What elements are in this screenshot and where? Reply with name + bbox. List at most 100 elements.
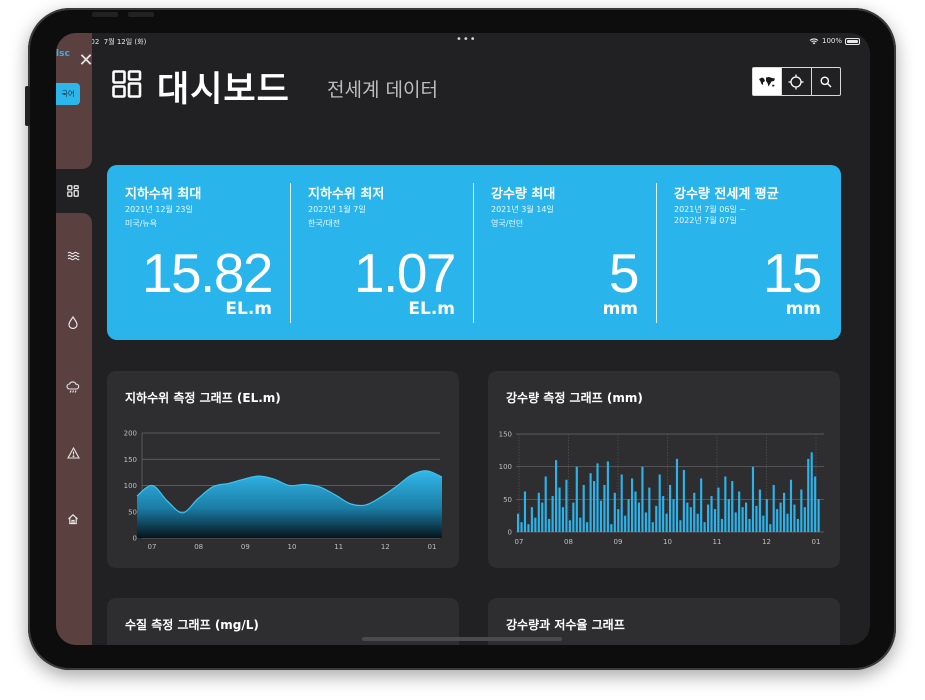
bar [579, 517, 582, 532]
nav-warning[interactable] [62, 442, 84, 464]
power-button [25, 86, 30, 126]
bar [741, 507, 744, 532]
nav-home[interactable] [62, 508, 84, 530]
bar [620, 474, 623, 532]
y-tick-label: 50 [128, 508, 137, 516]
bar [651, 522, 654, 532]
x-tick-label: 08 [194, 543, 203, 551]
bar [682, 469, 685, 532]
stat-date: 2021년 3월 14일 [491, 205, 554, 214]
bar [807, 458, 810, 532]
stat-title: 강수량 최대 [491, 187, 556, 202]
summary-stats-card: 지하수위 최대 2021년 12월 23일 미국/뉴욕 15.82 EL.m 지… [107, 165, 841, 340]
nav-dashboard[interactable] [62, 180, 84, 202]
rainfall-bar-chart[interactable]: 0 50 100 150 07 08 09 10 11 12 01 [488, 371, 840, 568]
multitask-dots[interactable]: ••• [456, 34, 477, 45]
bar [555, 460, 558, 532]
bar [541, 502, 544, 532]
bar [783, 492, 786, 532]
volume-button [128, 12, 154, 17]
app-screen: 오전 11:02 7월 12일 (화) ••• 100% lsc 국어 ✕ [56, 33, 870, 645]
bar [627, 499, 630, 532]
stat-groundwater-min[interactable]: 지하수위 최저 2022년 1월 7일 한국/대전 1.07 EL.m [290, 165, 473, 340]
x-tick-label: 11 [713, 538, 722, 546]
bar [613, 492, 616, 532]
y-tick-label: 100 [124, 482, 137, 490]
bar [796, 518, 799, 532]
bar [523, 491, 527, 532]
stat-date: 2021년 7월 06일 ~ 2022년 7월 07일 [674, 205, 747, 225]
groundwater-area-chart[interactable]: 0 50 100 150 200 07 08 09 10 11 12 01 [107, 371, 459, 568]
nav-groundwater[interactable] [62, 245, 84, 267]
locate-button[interactable] [782, 68, 812, 95]
bar [530, 507, 533, 532]
stat-unit: mm [602, 299, 638, 319]
bar [758, 489, 761, 532]
battery-icon [845, 37, 860, 45]
bar [772, 484, 775, 532]
bar [769, 524, 772, 532]
bar [707, 504, 710, 532]
bar [610, 524, 613, 532]
bar [561, 507, 565, 532]
bar [717, 487, 720, 532]
bar [810, 452, 813, 532]
stat-unit: EL.m [225, 299, 272, 319]
bar [551, 496, 554, 532]
bar [582, 484, 585, 532]
bar [803, 507, 806, 532]
close-icon[interactable]: ✕ [76, 51, 96, 71]
nav-rainfall[interactable] [62, 376, 84, 398]
sidebar-app-fragment: lsc [56, 49, 70, 59]
search-button[interactable] [812, 68, 840, 95]
dashboard-icon [112, 70, 142, 98]
bar [606, 461, 609, 532]
groundwater-chart-card: 지하수위 측정 그래프 (EL.m) 0 50 100 150 200 07 08 09 10 1… [107, 371, 459, 568]
stat-location: 한국/대전 [308, 219, 341, 228]
sidebar-nav [56, 213, 92, 645]
bar [793, 504, 796, 532]
language-button[interactable]: 국어 [56, 83, 80, 105]
x-tick-label: 09 [614, 538, 623, 546]
home-indicator[interactable] [362, 637, 562, 641]
x-tick-label: 01 [812, 538, 821, 546]
bar [675, 458, 679, 532]
home-icon [68, 513, 78, 525]
x-tick-label: 10 [288, 543, 297, 551]
x-tick-label: 12 [762, 538, 771, 546]
nav-water-quality[interactable] [62, 311, 84, 333]
status-bar: 오전 11:02 7월 12일 (화) ••• 100% [56, 33, 870, 51]
rainfall-chart-card: 강수량 측정 그래프 (mm) 0 50 100 150 07 08 09 10 11 12 01 [488, 371, 840, 568]
card-title: 강수량과 저수율 그래프 [506, 618, 625, 632]
stat-title: 지하수위 최저 [308, 187, 385, 202]
bar [617, 509, 620, 532]
bar [710, 496, 713, 532]
stat-rainfall-max[interactable]: 강수량 최대 2021년 3월 14일 영국/런던 5 mm [473, 165, 656, 340]
view-toolbar [752, 67, 841, 96]
bar [599, 500, 603, 532]
bar [593, 481, 596, 532]
location-icon [788, 74, 804, 89]
bar [537, 492, 540, 532]
stat-rainfall-average[interactable]: 강수량 전세계 평균 2021년 7월 06일 ~ 2022년 7월 07일 1… [656, 165, 839, 340]
status-indicators: 100% [809, 37, 860, 45]
bar [672, 499, 675, 532]
bar [738, 491, 741, 532]
map-view-button[interactable] [753, 68, 783, 95]
x-tick-label: 08 [564, 538, 573, 546]
y-tick-label: 100 [499, 463, 512, 471]
page-subtitle: 전세계 데이터 [327, 79, 438, 101]
stat-groundwater-max[interactable]: 지하수위 최대 2021년 12월 23일 미국/뉴욕 15.82 EL.m [107, 165, 290, 340]
bar [648, 487, 651, 532]
bar [637, 502, 641, 532]
bar [700, 478, 703, 532]
bar [568, 520, 571, 532]
bar [534, 517, 537, 532]
bar [662, 496, 665, 532]
y-tick-label: 0 [508, 529, 512, 537]
bar [575, 466, 578, 532]
bar [565, 479, 568, 532]
bar [669, 484, 672, 532]
bar [724, 476, 727, 532]
stat-unit: mm [785, 299, 821, 319]
